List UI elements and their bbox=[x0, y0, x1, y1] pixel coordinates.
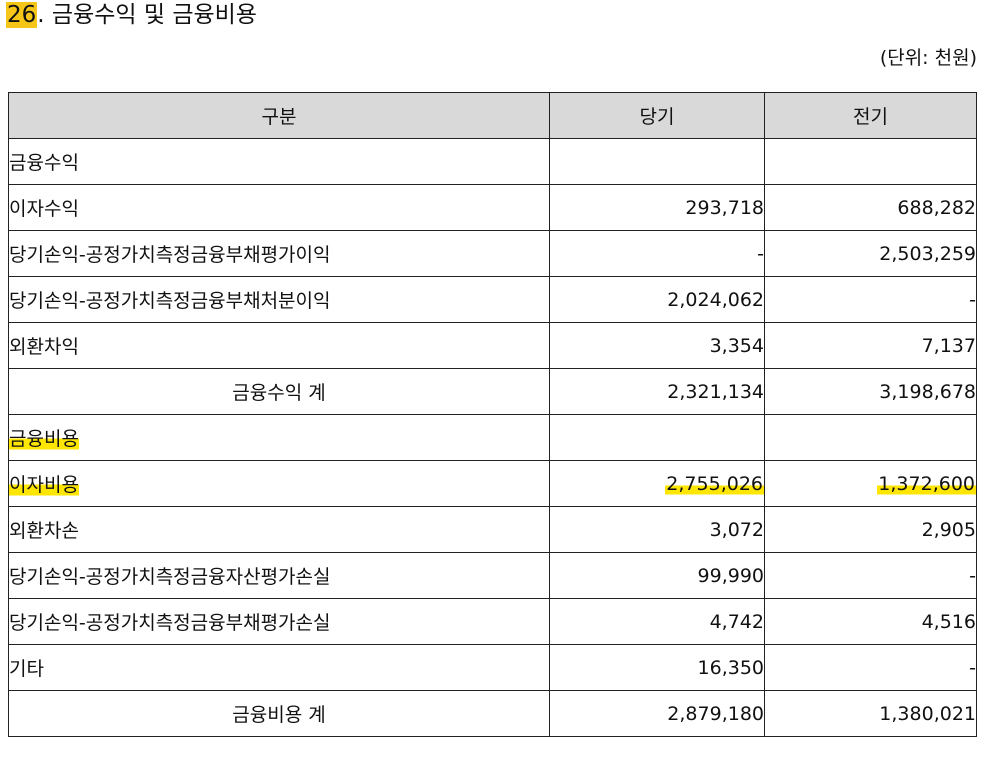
row-label-expense-total: 금융비용 계 bbox=[8, 690, 550, 737]
table-row: 당기손익-공정가치측정금융자산평가손실 99,990 - bbox=[8, 552, 977, 599]
table-row: 기타 16,350 - bbox=[8, 644, 977, 691]
row-label: 기타 bbox=[8, 644, 550, 691]
row-current-value: 16,350 bbox=[549, 644, 765, 691]
row-current-value: 2,879,180 bbox=[549, 690, 765, 737]
row-prior-value: 1,380,021 bbox=[764, 690, 977, 737]
row-prior-value: - bbox=[764, 552, 977, 599]
header-prior-period: 전기 bbox=[764, 92, 977, 139]
row-label: 당기손익-공정가치측정금융부채처분이익 bbox=[8, 276, 550, 323]
row-current-value: 3,072 bbox=[549, 506, 765, 553]
table-row-total: 금융비용 계 2,879,180 1,380,021 bbox=[8, 690, 977, 737]
row-prior-value bbox=[764, 138, 977, 185]
table-row: 외환차손 3,072 2,905 bbox=[8, 506, 977, 553]
row-prior-value: 4,516 bbox=[764, 598, 977, 645]
row-prior-value: 2,503,259 bbox=[764, 230, 977, 277]
row-current-value: 293,718 bbox=[549, 184, 765, 231]
row-prior-value: 7,137 bbox=[764, 322, 977, 369]
row-prior-value bbox=[764, 414, 977, 461]
table-row: 당기손익-공정가치측정금융부채평가손실 4,742 4,516 bbox=[8, 598, 977, 645]
section-title-text: . 금융수익 및 금융비용 bbox=[37, 2, 257, 28]
row-current-value: 99,990 bbox=[549, 552, 765, 599]
row-label-income-total: 금융수익 계 bbox=[8, 368, 550, 415]
row-current-value: 2,755,026 bbox=[549, 460, 765, 507]
unit-label: (단위: 천원) bbox=[879, 47, 977, 69]
row-prior-value: - bbox=[764, 276, 977, 323]
row-current-value: 4,742 bbox=[549, 598, 765, 645]
table-row: 당기손익-공정가치측정금융부채평가이익 - 2,503,259 bbox=[8, 230, 977, 277]
row-label: 외환차손 bbox=[8, 506, 550, 553]
row-prior-value: 1,372,600 bbox=[764, 460, 977, 507]
row-label-interest-expense: 이자비용 bbox=[8, 460, 550, 507]
row-current-value: 2,024,062 bbox=[549, 276, 765, 323]
row-prior-value: - bbox=[764, 644, 977, 691]
header-current-period: 당기 bbox=[549, 92, 765, 139]
section-number: 26 bbox=[6, 2, 38, 28]
row-label-financial-expense: 금융비용 bbox=[8, 414, 550, 461]
table-row: 이자수익 293,718 688,282 bbox=[8, 184, 977, 231]
highlighted-text: 이자비용 bbox=[9, 474, 79, 496]
row-current-value bbox=[549, 138, 765, 185]
highlighted-value: 1,372,600 bbox=[877, 472, 976, 495]
highlighted-text: 금융비용 bbox=[9, 428, 79, 450]
row-label: 당기손익-공정가치측정금융부채평가이익 bbox=[8, 230, 550, 277]
row-prior-value: 2,905 bbox=[764, 506, 977, 553]
table-row-total: 금융수익 계 2,321,134 3,198,678 bbox=[8, 368, 977, 415]
row-label: 당기손익-공정가치측정금융부채평가손실 bbox=[8, 598, 550, 645]
table-row: 외환차익 3,354 7,137 bbox=[8, 322, 977, 369]
row-label: 이자수익 bbox=[8, 184, 550, 231]
row-prior-value: 688,282 bbox=[764, 184, 977, 231]
table-row: 금융비용 bbox=[8, 414, 977, 461]
row-current-value: - bbox=[549, 230, 765, 277]
row-label: 당기손익-공정가치측정금융자산평가손실 bbox=[8, 552, 550, 599]
row-current-value: 2,321,134 bbox=[549, 368, 765, 415]
table-row: 이자비용 2,755,026 1,372,600 bbox=[8, 460, 977, 507]
table-row: 금융수익 bbox=[8, 138, 977, 185]
row-prior-value: 3,198,678 bbox=[764, 368, 977, 415]
highlighted-value: 2,755,026 bbox=[665, 472, 764, 495]
row-label-financial-income: 금융수익 bbox=[8, 138, 550, 185]
table-header-row: 구분 당기 전기 bbox=[8, 92, 977, 139]
row-label: 외환차익 bbox=[8, 322, 550, 369]
header-category: 구분 bbox=[8, 92, 550, 139]
row-current-value: 3,354 bbox=[549, 322, 765, 369]
table-row: 당기손익-공정가치측정금융부채처분이익 2,024,062 - bbox=[8, 276, 977, 323]
section-title: 26. 금융수익 및 금융비용 bbox=[6, 0, 257, 30]
row-current-value bbox=[549, 414, 765, 461]
financial-income-expense-table: 구분 당기 전기 금융수익 이자수익 293,718 688,282 당기손익-… bbox=[8, 92, 977, 737]
